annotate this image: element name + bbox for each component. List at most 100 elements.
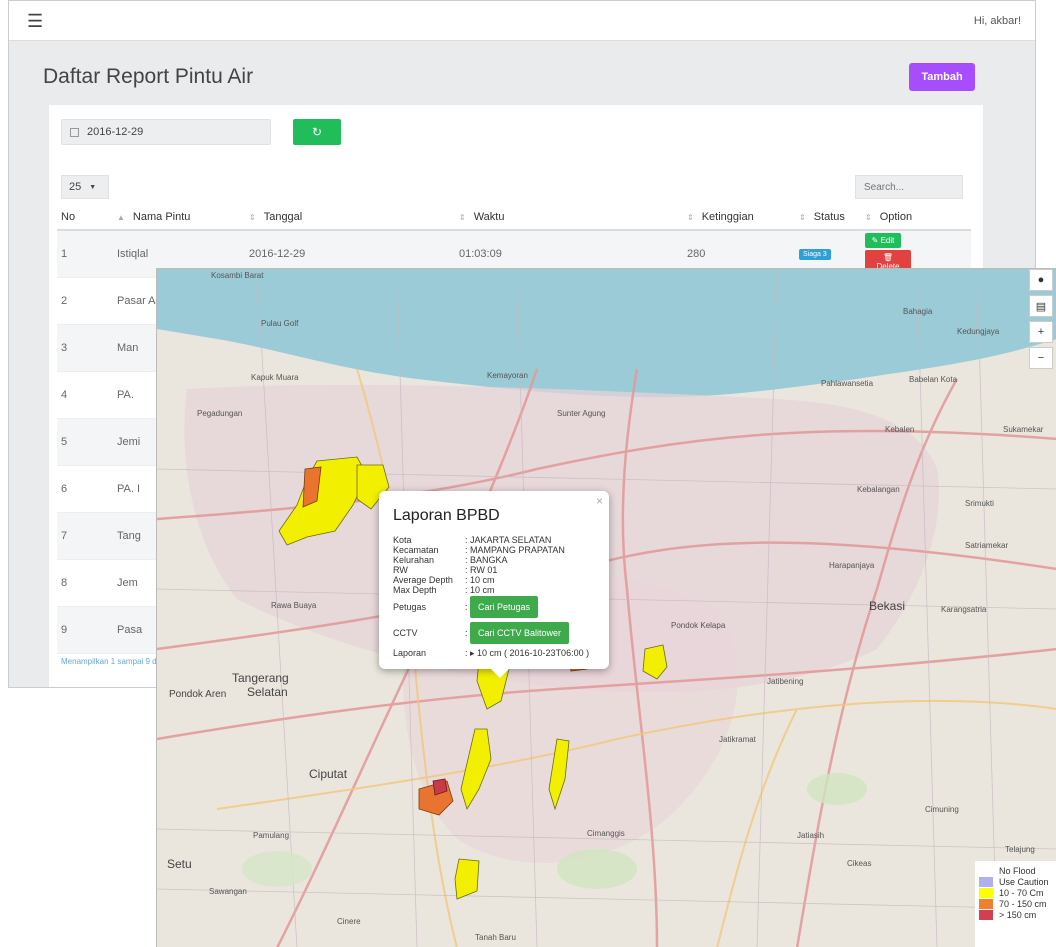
place-label: Pamulang [253,831,290,840]
place-label: Sukamekar [1003,425,1044,434]
refresh-button[interactable]: ↻ [293,119,341,145]
legend-swatch [979,865,993,876]
cell-no: 1 [57,230,113,278]
place-label: Kebalangan [857,485,900,494]
popup-label: Average Depth [393,575,453,585]
flood-map[interactable]: Tangerang Selatan Ciputat Bekasi Pondok … [156,268,1056,947]
place-label: Setu [167,857,192,871]
popup-label: Max Depth [393,585,437,595]
place-label: Srimukti [965,499,994,508]
place-label: Kemayoran [487,371,528,380]
find-cctv-button[interactable]: Cari CCTV Balitower [470,622,570,644]
popup-label: Kelurahan [393,555,435,565]
legend-item: No Flood [979,865,1053,876]
date-filter-field[interactable]: 2016-12-29 [61,119,271,145]
cell-no: 9 [57,606,113,654]
edit-button[interactable]: ✎ Edit [865,233,901,249]
legend-item: 10 - 70 Cm [979,887,1053,898]
popup-value: : JAKARTA SELATAN [465,535,552,545]
place-label: Cimanggis [587,829,625,838]
place-label: Cikeas [847,859,872,868]
popup-label: Kecamatan [393,545,439,555]
cell-no: 3 [57,324,113,372]
refresh-icon: ↻ [311,125,323,139]
zoom-in-button[interactable]: + [1029,321,1053,343]
column-header-waktu[interactable]: ⇕ Waktu [455,205,683,231]
place-label: Ciputat [309,767,348,781]
popup-row: Average Depth : 10 cm [393,575,597,585]
place-label: Babelan Kota [909,375,958,384]
popup-value: : 10 cm [465,575,495,585]
legend-item: 70 - 150 cm [979,898,1053,909]
popup-title: Laporan BPBD [393,507,500,524]
page-size-select[interactable]: 25 ▼ [61,175,109,199]
search-input[interactable] [855,175,963,199]
place-label: Tangerang [232,671,289,685]
place-label: Jatibening [767,677,804,686]
edit-icon: ✎ [871,236,881,246]
column-header-no[interactable]: No [57,205,113,231]
popup-label: RW [393,565,408,575]
popup-row: Kota : JAKARTA SELATAN [393,535,597,545]
place-label: Satriamekar [965,541,1009,550]
place-label: Harapanjaya [829,561,875,570]
sort-asc-icon: ▲ [117,213,125,222]
find-officer-button[interactable]: Cari Petugas [470,596,539,618]
flood-legend: No Flood Use Caution 10 - 70 Cm 70 - 150… [975,861,1056,947]
place-label: Cimuning [925,805,959,814]
sort-icon: ⇕ [799,213,806,222]
place-label: Kosambi Barat [211,271,264,280]
map-controls: ● ▤ + − [1029,269,1056,373]
column-header-nama-pintu[interactable]: ▲ Nama Pintu [113,205,245,231]
legend-swatch [979,909,993,920]
page-title: Daftar Report Pintu Air [43,65,254,88]
table-header-row: No ▲ Nama Pintu ⇕ Tanggal ⇕ Waktu ⇕ Ketinggi… [57,205,971,231]
place-label: Tanah Baru [475,933,516,942]
report-link[interactable]: : ▸ 10 cm ( 2016-10-23T06:00 ) [465,648,597,658]
popup-label: Laporan [393,648,427,658]
place-label: Karangsatria [941,605,987,614]
calendar-icon [70,127,79,137]
close-icon[interactable]: × [596,494,603,508]
popup-label: Kota [393,535,412,545]
flood-report-popup: × Laporan BPBD Kota : JAKARTA SELATAN Kec… [379,491,609,678]
place-label: Sawangan [209,887,247,896]
top-navbar: ☰ Hi, akbar! [9,1,1035,41]
column-header-tanggal[interactable]: ⇕ Tanggal [245,205,455,231]
cell-no: 4 [57,371,113,419]
sort-icon: ⇕ [459,213,466,222]
place-label: Selatan [247,685,288,699]
sort-icon: ⇕ [687,213,694,222]
date-filter-value: 2016-12-29 [87,126,144,138]
column-header-option[interactable]: ⇕ Option [861,205,971,231]
column-header-status[interactable]: ⇕ Status [795,205,861,231]
popup-row: Kelurahan : BANGKA [393,555,597,565]
trash-icon: 🗑 [882,253,894,263]
place-label: Pondok Kelapa [671,621,726,630]
zoom-out-button[interactable]: − [1029,347,1053,369]
hamburger-menu-icon[interactable]: ☰ [27,12,43,30]
place-label: Rawa Buaya [271,601,317,610]
column-header-ketinggian[interactable]: ⇕ Ketinggian [683,205,795,231]
popup-row: RW: RW 01 [393,565,597,575]
popup-row: Laporan : ▸ 10 cm ( 2016-10-23T06:00 ) [393,648,597,658]
popup-row: Kecamatan : MAMPANG PRAPATAN [393,545,597,555]
cell-no: 2 [57,277,113,325]
place-label: Telajung [1005,845,1035,854]
place-label: Sunter Agung [557,409,606,418]
add-report-button[interactable]: Tambah [909,63,975,91]
cell-no: 7 [57,512,113,560]
status-badge: Siaga 3 [799,249,831,261]
user-greeting[interactable]: Hi, akbar! [974,15,1021,27]
caret-down-icon: ▼ [89,183,97,191]
popup-value: : 10 cm [465,585,495,595]
popup-value: : BANGKA [465,555,508,565]
cell-no: 8 [57,559,113,607]
popup-row: CCTV : Cari CCTV Balitower [393,622,597,644]
legend-swatch [979,898,993,909]
popup-value: : MAMPANG PRAPATAN [465,545,565,555]
document-icon[interactable]: ▤ [1029,295,1053,317]
comment-icon[interactable]: ● [1029,269,1053,291]
place-label: Kebalen [885,425,915,434]
place-label: Jatiasih [797,831,825,840]
